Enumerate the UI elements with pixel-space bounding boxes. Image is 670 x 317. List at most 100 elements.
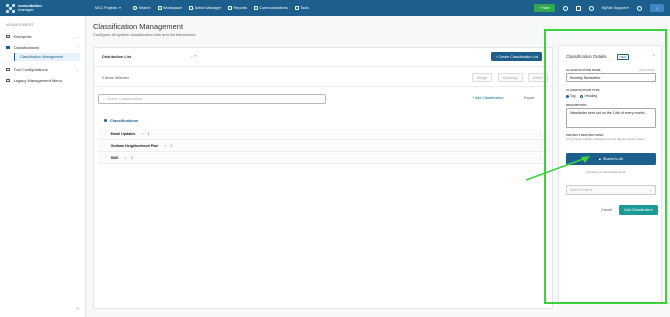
nav-reports[interactable]: Reports <box>228 6 247 10</box>
tools-icon <box>294 6 299 10</box>
nav-workspace[interactable]: Workspace <box>157 6 182 10</box>
select-projects-placeholder: Select Projects <box>570 188 593 192</box>
mail-icon[interactable] <box>575 5 581 11</box>
restrictions-help-text: Any Project visibility restriction for t… <box>566 137 646 141</box>
radio-heading[interactable]: Heading <box>580 94 597 98</box>
logo-line-2: manager <box>18 7 34 12</box>
app-logo[interactable]: consultation manager <box>0 3 95 13</box>
bell-icon[interactable] <box>588 5 594 11</box>
row-menu-icon[interactable]: ⋮ <box>538 156 542 160</box>
nav-search-label: Search <box>138 6 151 10</box>
classifications-group-header[interactable]: Classifications <box>98 115 550 126</box>
gear-icon[interactable] <box>637 5 642 11</box>
classification-details-panel: Classification Details NEW × CLASSIFICAT… <box>558 45 662 303</box>
export-button[interactable]: Export <box>524 96 534 100</box>
search-placeholder: Search Classifications <box>107 97 143 101</box>
nav-tools-label: Tools <box>300 6 309 10</box>
nav-reports-label: Reports <box>233 6 247 10</box>
user-name: MySite Support <box>601 6 627 10</box>
workspace-icon <box>157 6 162 10</box>
restrict-link-label: Restrict to selected Projects <box>588 170 626 174</box>
delete-button[interactable]: Delete <box>528 73 549 82</box>
description-textarea[interactable]: Newsletter sent out on the 14th of every… <box>566 108 656 128</box>
sidebar-item-enterprise[interactable]: Enterprise ⌄ <box>0 31 85 42</box>
chevron-up-icon: ⌃ <box>75 45 79 50</box>
classification-type-label: CLASSIFICATION TYPE <box>566 88 600 92</box>
search-icon: ⌕ <box>103 97 106 101</box>
project-selector-label: MCC Projects <box>95 6 118 10</box>
radio-selected-icon <box>566 94 569 98</box>
sidebar-subitem-classification-management[interactable]: Classification Management <box>14 53 80 61</box>
wrench-icon <box>6 67 10 72</box>
add-classification-button[interactable]: Add Classification <box>619 205 658 215</box>
row-menu-icon[interactable]: ⋮ <box>538 144 542 148</box>
row-menu-icon[interactable]: ⋮ <box>538 132 542 136</box>
nav-search[interactable]: Search <box>132 6 151 10</box>
logo-icon <box>6 3 15 13</box>
table-row[interactable]: ⋮ SMS ⌁ 3 ⋮ <box>98 153 550 164</box>
nav-communications[interactable]: Communications <box>253 6 288 10</box>
sidebar-item-label: Classifications <box>13 45 40 50</box>
chevron-down-icon: ⌄ <box>75 34 79 39</box>
table-row[interactable]: ⋮ Email Updates ⌁ 4 ⋮ <box>98 129 550 140</box>
communications-icon <box>253 6 258 10</box>
row-name: SMS <box>110 156 119 160</box>
required-label: REQUIRED <box>639 68 655 72</box>
tag-count-icon: ⌁ <box>164 144 167 148</box>
row-count: 3 <box>130 156 133 160</box>
radio-tag-label: Tag <box>570 94 576 98</box>
group-header-label: Classifications <box>110 118 139 123</box>
nav-tools[interactable]: Tools <box>294 6 309 10</box>
classification-name-label: CLASSIFICATION NAME <box>566 68 601 72</box>
shared-to-all-label: Shared to All <box>602 157 624 161</box>
clock-icon[interactable] <box>562 5 568 11</box>
radio-tag[interactable]: Tag <box>566 94 575 98</box>
new-badge: NEW <box>617 54 629 60</box>
classification-type-radio-group: Tag Heading <box>566 94 597 98</box>
nav-communications-label: Communications <box>259 6 288 10</box>
sidebar-item-label: Enterprise <box>13 34 32 39</box>
radio-heading-label: Heading <box>584 94 598 98</box>
user-menu[interactable]: MySite Support ▾ <box>602 6 629 10</box>
sidebar-item-label: Tool Configurations <box>13 67 48 72</box>
collapse-sidebar-icon[interactable]: « <box>76 306 79 312</box>
create-classification-list-button[interactable]: + Create Classification List <box>491 52 542 61</box>
select-projects-dropdown[interactable]: Select Projects ⌄ <box>566 185 656 195</box>
list-icon <box>6 78 10 83</box>
close-icon[interactable]: × <box>652 53 655 59</box>
help-button[interactable]: ? <box>650 4 664 12</box>
nav-workspace-label: Workspace <box>163 6 182 10</box>
drag-handle-icon[interactable]: ⋮ <box>104 144 108 148</box>
items-selected-count: 0 items Selected <box>102 76 129 80</box>
row-count: 4 <box>147 132 150 136</box>
row-name: Email Updates <box>110 132 136 136</box>
restrict-to-projects-link[interactable]: ⚷ Restrict to selected Projects <box>585 170 625 174</box>
search-input[interactable]: ⌕ Search Classifications <box>98 94 326 104</box>
drag-handle-icon[interactable]: ⋮ <box>104 132 108 136</box>
building-icon <box>6 34 10 39</box>
tag-icon <box>6 45 10 50</box>
cancel-button[interactable]: Cancel <box>601 208 612 212</box>
row-name: Gotham Neighborhood Plan <box>110 144 159 148</box>
description-label: DESCRIPTION <box>566 103 587 107</box>
distribution-list-select[interactable]: — ▾ <box>190 54 196 58</box>
sidebar-item-legacy-management[interactable]: Legacy Management Menu <box>0 75 85 86</box>
nav-action-manager[interactable]: Action Manager <box>188 6 221 10</box>
drag-handle-icon[interactable]: ⋮ <box>104 156 108 160</box>
sidebar-item-tool-configurations[interactable]: Tool Configurations ⌄ <box>0 64 85 75</box>
top-navigation-bar: consultation manager MCC Projects ▾ Searc… <box>0 0 670 16</box>
merge-button[interactable]: Merge <box>472 73 493 82</box>
sidebar-item-classifications[interactable]: Classifications ⌃ <box>0 42 85 53</box>
add-classification-link[interactable]: + Add Classification <box>472 96 503 100</box>
shared-to-all-button[interactable]: 🔒︎ Shared to All <box>566 153 656 165</box>
group-dot-icon <box>104 119 107 122</box>
reassign-button[interactable]: Reassign <box>498 73 523 82</box>
table-row[interactable]: ⋮ Gotham Neighborhood Plan ⌁ 2 ⋮ <box>98 141 550 152</box>
search-icon <box>132 6 137 10</box>
chevron-down-icon: ⌄ <box>75 67 79 72</box>
chevron-down-icon: ▾ <box>119 6 121 10</box>
page-title: Classification Management <box>93 22 184 31</box>
project-selector[interactable]: MCC Projects ▾ <box>95 6 121 10</box>
new-button[interactable]: + New <box>534 4 555 12</box>
classification-name-input[interactable]: Monthly Newsletter <box>566 73 656 82</box>
